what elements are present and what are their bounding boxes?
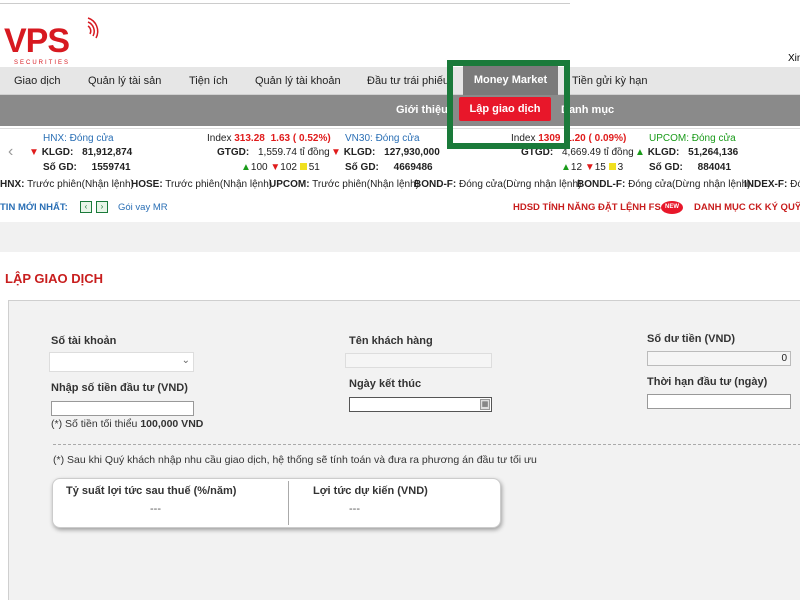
vn30-status: VN30: Đóng cửa	[345, 133, 420, 144]
nav-quan-ly-tai-khoan[interactable]: Quản lý tài khoản	[255, 67, 341, 95]
nav-money-market[interactable]: Money Market	[463, 66, 558, 96]
session-upcom: UPCOM: Trước phiên(Nhận lệnh)	[269, 179, 419, 190]
promo-link-fs[interactable]: HDSD TÍNH NĂNG ĐẶT LỆNH FS	[513, 202, 661, 213]
subnav-danh-muc[interactable]: Danh mục	[561, 95, 614, 126]
vn30-index-row: Index 1309 1.20 ( 0.09%)	[511, 133, 627, 144]
hnx-sogd-row: Số GD: 1559741	[43, 162, 131, 173]
new-badge-icon: NEW	[661, 201, 683, 214]
news-bar: TIN MỚI NHẤT: ‹ › Gói vay MR HDSD TÍNH N…	[0, 201, 800, 215]
vn30-breadth: ▲12 ▼15 3	[561, 162, 624, 173]
session-hose: HOSE: Trước phiên(Nhận lệnh)	[131, 179, 273, 190]
nav-quan-ly-tai-san[interactable]: Quản lý tài sản	[88, 67, 161, 95]
news-label: TIN MỚI NHẤT:	[0, 202, 68, 213]
customer-name-label: Tên khách hàng	[349, 335, 433, 347]
term-input[interactable]	[647, 394, 791, 409]
end-date-label: Ngày kết thúc	[349, 378, 422, 390]
news-item-link[interactable]: Gói vay MR	[118, 202, 168, 213]
upcom-klgd-row: ▲ KLGD: 51,264,136	[635, 147, 739, 158]
main-navigation: Giao dịch Quản lý tài sản Tiện ích Quản …	[0, 66, 800, 96]
upcom-sogd-row: Số GD: 884041	[649, 162, 732, 173]
results-box: Tỷ suất lợi tức sau thuế (%/năm) --- Lợi…	[52, 478, 501, 528]
end-date-picker[interactable]: ▦	[349, 397, 492, 412]
min-amount-note: (*) Số tiền tối thiểu 100,000 VND	[51, 418, 204, 430]
amount-input[interactable]	[51, 401, 194, 416]
top-border	[0, 0, 570, 4]
results-separator	[288, 481, 289, 525]
subnav-lap-giao-dich[interactable]: Lập giao dịch	[459, 97, 551, 121]
vn30-klgd-row: ▼ KLGD: 127,930,000	[331, 147, 440, 158]
hnx-breadth: ▲100 ▼102 51	[241, 162, 320, 173]
hnx-index-row: Index 313.28 1.63 ( 0.52%)	[207, 133, 331, 144]
session-hnx: HNX: Trước phiên(Nhận lệnh)	[0, 179, 134, 190]
spacer-band	[0, 222, 800, 252]
hnx-klgd-row: ▼ KLGD: 81,912,874	[29, 147, 133, 158]
nav-dau-tu-trai-phieu[interactable]: Đầu tư trái phiếu	[367, 67, 449, 95]
sub-navigation: Giới thiệu Lập giao dịch Danh mục	[0, 95, 800, 126]
hnx-status: HNX: Đóng cửa	[43, 133, 114, 144]
account-select[interactable]: ⌄	[49, 352, 194, 372]
up-arrow-icon: ▲	[635, 147, 645, 158]
news-next-button[interactable]: ›	[96, 201, 108, 213]
page-title: LẬP GIAO DỊCH	[5, 271, 103, 286]
vn30-gtgd-row: GTGD: 4,669.49 tỉ đồng	[521, 147, 634, 158]
ref-square-icon	[299, 163, 307, 170]
promo-link-margin-list[interactable]: DANH MỤC CK KÝ QUỸ	[694, 202, 800, 213]
account-label: Số tài khoản	[51, 335, 117, 347]
user-greeting: Xin	[788, 53, 800, 64]
up-triangle-icon: ▲	[241, 162, 251, 173]
session-index-f: INDEX-F: Đó	[744, 179, 800, 190]
ref-square-icon	[608, 163, 616, 170]
term-label: Thời hạn đầu tư (ngày)	[647, 376, 768, 388]
yield-value: ---	[349, 503, 360, 515]
session-bond-f: BOND-F: Đóng cửa(Dừng nhận lệnh)	[414, 179, 582, 190]
logo-text: VPS	[4, 22, 70, 60]
news-prev-button[interactable]: ‹	[80, 201, 92, 213]
vn30-sogd-row: Số GD: 4669486	[345, 162, 433, 173]
down-arrow-icon: ▼	[331, 147, 341, 158]
system-note: (*) Sau khi Quý khách nhập nhu cầu giao …	[53, 454, 537, 466]
chevron-down-icon: ⌄	[181, 355, 190, 366]
down-triangle-icon: ▼	[270, 162, 281, 173]
upcom-status: UPCOM: Đóng cửa	[649, 133, 736, 144]
customer-name-field	[345, 353, 492, 368]
hnx-gtgd-row: GTGD: 1,559.74 tỉ đồng	[217, 147, 330, 158]
session-bondl-f: BONDL-F: Đóng cửa(Dừng nhận lệnh)	[577, 179, 751, 190]
transaction-form-panel: Số tài khoản ⌄ Tên khách hàng Số dư tiền…	[8, 300, 800, 600]
balance-field: 0	[647, 351, 791, 366]
ticker-prev-icon[interactable]: ‹	[8, 143, 13, 161]
subnav-gioi-thieu[interactable]: Giới thiệu	[396, 95, 448, 126]
up-triangle-icon: ▲	[561, 162, 571, 173]
market-sessions-bar: HNX: Trước phiên(Nhận lệnh) HOSE: Trước …	[0, 179, 800, 193]
section-divider	[53, 444, 800, 445]
amount-label: Nhập số tiền đầu tư (VND)	[51, 382, 188, 394]
calendar-icon[interactable]: ▦	[480, 399, 490, 410]
market-ticker: ‹ HNX: Đóng cửa ▼ KLGD: 81,912,874 Số GD…	[0, 128, 800, 176]
nav-giao-dich[interactable]: Giao dịch	[14, 67, 60, 95]
rate-label: Tỷ suất lợi tức sau thuế (%/năm)	[66, 485, 237, 497]
rate-value: ---	[150, 503, 161, 515]
nav-tien-gui-ky-han[interactable]: Tiền gửi kỳ hạn	[572, 67, 647, 95]
balance-label: Số dư tiền (VND)	[647, 333, 736, 345]
logo-subtext: SECURITIES	[14, 60, 71, 66]
yield-label: Lợi tức dự kiến (VND)	[313, 485, 428, 497]
down-arrow-icon: ▼	[29, 147, 39, 158]
vps-logo[interactable]: VPS SECURITIES	[4, 10, 104, 66]
nav-tien-ich[interactable]: Tiện ích	[189, 67, 228, 95]
down-triangle-icon: ▼	[584, 162, 595, 173]
